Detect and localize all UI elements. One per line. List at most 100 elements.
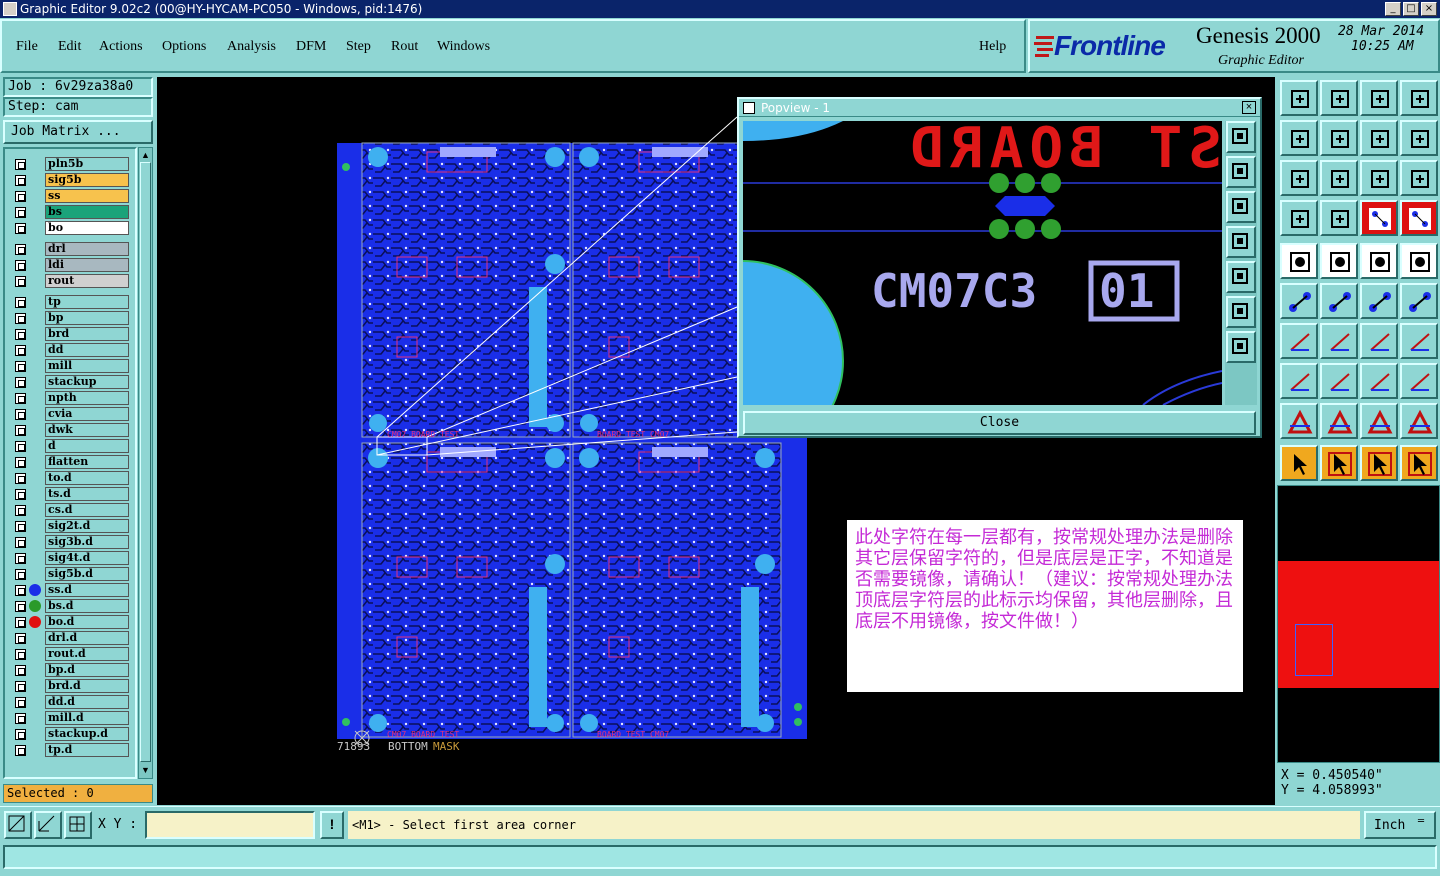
- layer-affected-checkbox[interactable]: [15, 244, 26, 255]
- menu-help[interactable]: Help: [979, 39, 1006, 55]
- query-button[interactable]: [1400, 160, 1438, 196]
- scale-button[interactable]: [1360, 160, 1398, 196]
- layer-affected-checkbox[interactable]: [15, 665, 26, 676]
- layer-affected-checkbox[interactable]: [15, 521, 26, 532]
- layer-row-sig5b-d[interactable]: sig5b.d: [11, 567, 129, 581]
- layer-name[interactable]: ss: [45, 189, 129, 203]
- layer-row-bo-d[interactable]: bo.d: [11, 615, 129, 629]
- units-select[interactable]: Inch ═: [1364, 811, 1436, 839]
- zoom-home-button[interactable]: [1280, 80, 1318, 116]
- scrollbar-thumb[interactable]: [140, 162, 151, 762]
- layer-row-sig2t-d[interactable]: sig2t.d: [11, 519, 129, 533]
- layer-row-sig3b-d[interactable]: sig3b.d: [11, 535, 129, 549]
- layers-red-button[interactable]: [1360, 200, 1398, 236]
- home-button[interactable]: [1360, 80, 1398, 116]
- layer-name[interactable]: cs.d: [45, 503, 129, 517]
- layer-name[interactable]: bp.d: [45, 663, 129, 677]
- line-pad-button[interactable]: [1360, 283, 1398, 319]
- layer-affected-checkbox[interactable]: [15, 260, 26, 271]
- layer-name[interactable]: sig5b: [45, 173, 129, 187]
- zoom-window-button[interactable]: [1226, 121, 1256, 153]
- layer-affected-checkbox[interactable]: [15, 207, 26, 218]
- pan-left-button[interactable]: [1226, 226, 1256, 258]
- overview-viewport[interactable]: [1295, 624, 1333, 676]
- layer-row-bp-d[interactable]: bp.d: [11, 663, 129, 677]
- layer-row-brd[interactable]: brd: [11, 327, 129, 341]
- layer-affected-checkbox[interactable]: [15, 537, 26, 548]
- layer-name[interactable]: bo: [45, 221, 129, 235]
- layer-name[interactable]: d: [45, 439, 129, 453]
- menu-step[interactable]: Step: [346, 39, 371, 55]
- layer-name[interactable]: sig4t.d: [45, 551, 129, 565]
- layer-name[interactable]: dwk: [45, 423, 129, 437]
- layer-row-stackup-d[interactable]: stackup.d: [11, 727, 129, 741]
- popview-canvas[interactable]: ST BOARD CM07C3 01: [743, 121, 1222, 405]
- layer-row-stackup[interactable]: stackup: [11, 375, 129, 389]
- layer-affected-checkbox[interactable]: [15, 276, 26, 287]
- pad-select-button[interactable]: [1280, 363, 1318, 399]
- layer-row-ss-d[interactable]: ss.d: [11, 583, 129, 597]
- ruler-button[interactable]: [1360, 243, 1398, 279]
- layer-name[interactable]: rout.d: [45, 647, 129, 661]
- layer-affected-checkbox[interactable]: [15, 297, 26, 308]
- layer-display-color-dot[interactable]: [29, 616, 41, 628]
- layer-affected-checkbox[interactable]: [15, 713, 26, 724]
- toolbox-button[interactable]: [1280, 200, 1318, 236]
- triangle3-button[interactable]: [1360, 403, 1398, 439]
- home-view-button[interactable]: [1226, 331, 1256, 363]
- layer-affected-checkbox[interactable]: [15, 553, 26, 564]
- layer-name[interactable]: cvia: [45, 407, 129, 421]
- layer-affected-checkbox[interactable]: [15, 601, 26, 612]
- layer-name[interactable]: bp: [45, 311, 129, 325]
- layer-affected-checkbox[interactable]: [15, 175, 26, 186]
- layer-row-mill[interactable]: mill: [11, 359, 129, 373]
- layer-name[interactable]: mill: [45, 359, 129, 373]
- layer-row-to-d[interactable]: to.d: [11, 471, 129, 485]
- layer-row-cs-d[interactable]: cs.d: [11, 503, 129, 517]
- menu-options[interactable]: Options: [162, 39, 206, 55]
- zoom-in-button[interactable]: [1320, 80, 1358, 116]
- select-box-button[interactable]: [1320, 445, 1358, 481]
- fit-button[interactable]: [1280, 160, 1318, 196]
- layer-affected-checkbox[interactable]: [15, 473, 26, 484]
- layer-name[interactable]: dd.d: [45, 695, 129, 709]
- layer-row-bp[interactable]: bp: [11, 311, 129, 325]
- layer-row-bo[interactable]: bo: [11, 221, 129, 235]
- scroll-down-icon[interactable]: ▼: [140, 765, 151, 775]
- connect-button[interactable]: [1280, 283, 1318, 319]
- measure-button[interactable]: [34, 811, 62, 839]
- layer-name[interactable]: pln5b: [45, 157, 129, 171]
- layer-row-ss[interactable]: ss: [11, 189, 129, 203]
- select-arrow-button[interactable]: [1280, 445, 1318, 481]
- layer-name[interactable]: tp.d: [45, 743, 129, 757]
- layer-affected-checkbox[interactable]: [15, 633, 26, 644]
- menu-file[interactable]: File: [16, 39, 38, 55]
- layer-row-pln5b[interactable]: pln5b: [11, 157, 129, 171]
- command-line[interactable]: [3, 845, 1437, 869]
- layer-row-dwk[interactable]: dwk: [11, 423, 129, 437]
- layer-name[interactable]: bs: [45, 205, 129, 219]
- triangle2-button[interactable]: [1320, 403, 1358, 439]
- layer-name[interactable]: to.d: [45, 471, 129, 485]
- layer-row-npth[interactable]: npth: [11, 391, 129, 405]
- select-net-button[interactable]: [1400, 445, 1438, 481]
- minimize-button[interactable]: _: [1385, 2, 1401, 16]
- menu-windows[interactable]: Windows: [437, 39, 490, 55]
- layer-display-color-dot[interactable]: [29, 584, 41, 596]
- layer-row-d[interactable]: d: [11, 439, 129, 453]
- layer-row-cvia[interactable]: cvia: [11, 407, 129, 421]
- layer-affected-checkbox[interactable]: [15, 345, 26, 356]
- layer-name[interactable]: brd: [45, 327, 129, 341]
- layer-affected-checkbox[interactable]: [15, 329, 26, 340]
- layer-name[interactable]: bo.d: [45, 615, 129, 629]
- layer-name[interactable]: mill.d: [45, 711, 129, 725]
- menu-actions[interactable]: Actions: [99, 39, 143, 55]
- layer-name[interactable]: ldi: [45, 258, 129, 272]
- pan-left-button[interactable]: [1280, 120, 1318, 156]
- layer-row-dd-d[interactable]: dd.d: [11, 695, 129, 709]
- dimension-button[interactable]: [1360, 363, 1398, 399]
- layer-affected-checkbox[interactable]: [15, 159, 26, 170]
- cursor-mode-button[interactable]: [1320, 243, 1358, 279]
- red-line-button[interactable]: [1320, 363, 1358, 399]
- flip-text-button[interactable]: [1400, 323, 1438, 359]
